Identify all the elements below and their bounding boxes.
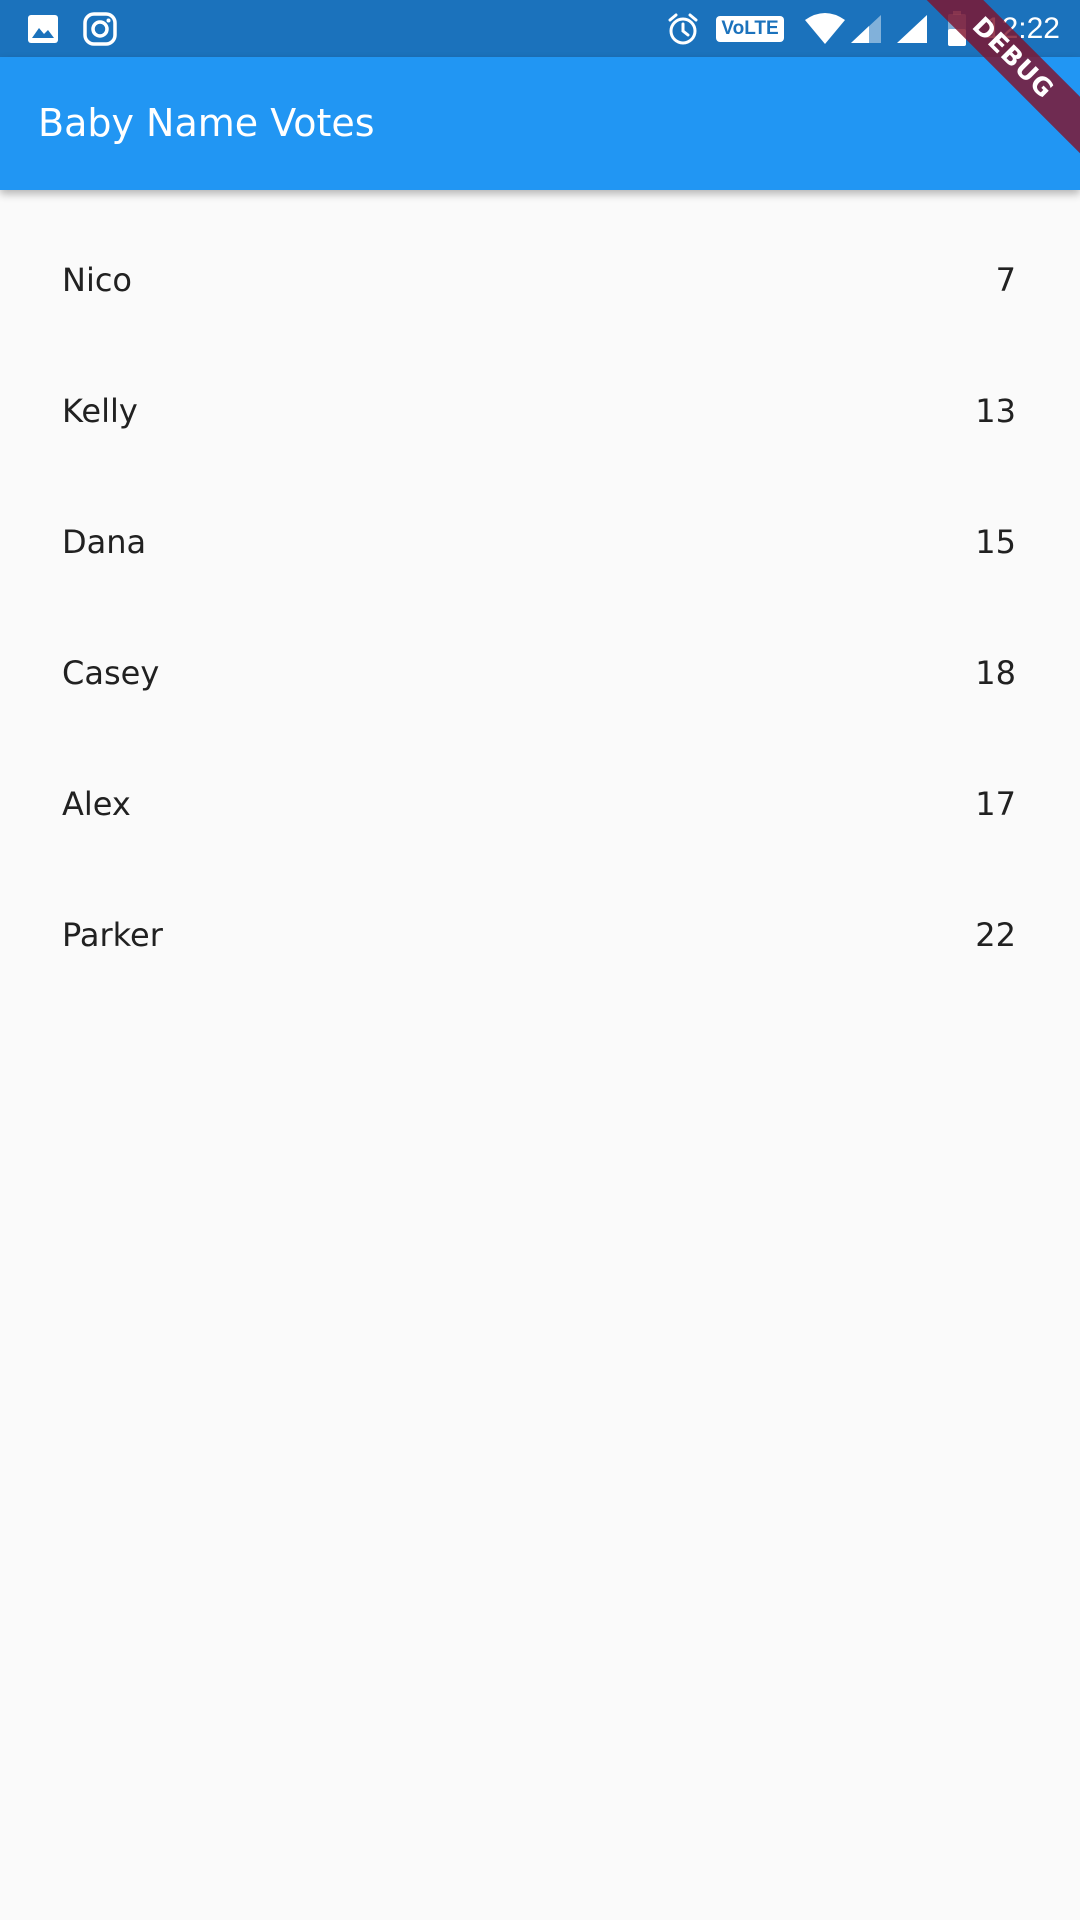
- list-item-votes: 13: [975, 392, 1016, 430]
- app-bar: Baby Name Votes: [0, 57, 1080, 190]
- list-item-name: Alex: [62, 785, 131, 823]
- list-item[interactable]: Dana 15: [0, 477, 1080, 608]
- list-item-name: Casey: [62, 654, 160, 692]
- status-bar: VoLTE 12:22: [0, 0, 1080, 57]
- vote-list: Nico 7 Kelly 13 Dana 15 Casey 18 Alex 17…: [0, 215, 1080, 1001]
- list-item-votes: 22: [975, 916, 1016, 954]
- page-title: Baby Name Votes: [38, 101, 375, 145]
- list-item-name: Dana: [62, 523, 147, 561]
- signal-full-icon: [894, 0, 930, 57]
- list-item-name: Kelly: [62, 392, 138, 430]
- volte-badge: VoLTE: [716, 15, 784, 42]
- wifi-icon: [802, 0, 848, 57]
- list-item-name: Parker: [62, 916, 163, 954]
- list-item-votes: 7: [995, 261, 1016, 299]
- list-item[interactable]: Kelly 13: [0, 346, 1080, 477]
- image-icon: [26, 0, 60, 57]
- list-item[interactable]: Nico 7: [0, 215, 1080, 346]
- volte-icon: VoLTE: [716, 0, 784, 57]
- list-item[interactable]: Parker 22: [0, 870, 1080, 1001]
- list-item-votes: 17: [975, 785, 1016, 823]
- list-item-votes: 15: [975, 523, 1016, 561]
- list-item[interactable]: Alex 17: [0, 739, 1080, 870]
- app-screen: VoLTE 12:22 Baby Name Votes DEBUG Nico 7…: [0, 0, 1080, 1920]
- list-item-votes: 18: [975, 654, 1016, 692]
- signal-icon: [848, 0, 884, 57]
- instagram-icon: [82, 0, 118, 57]
- battery-icon: [946, 0, 968, 57]
- list-item[interactable]: Casey 18: [0, 608, 1080, 739]
- status-time: 12:22: [984, 12, 1060, 45]
- list-item-name: Nico: [62, 261, 132, 299]
- alarm-icon: [665, 0, 701, 57]
